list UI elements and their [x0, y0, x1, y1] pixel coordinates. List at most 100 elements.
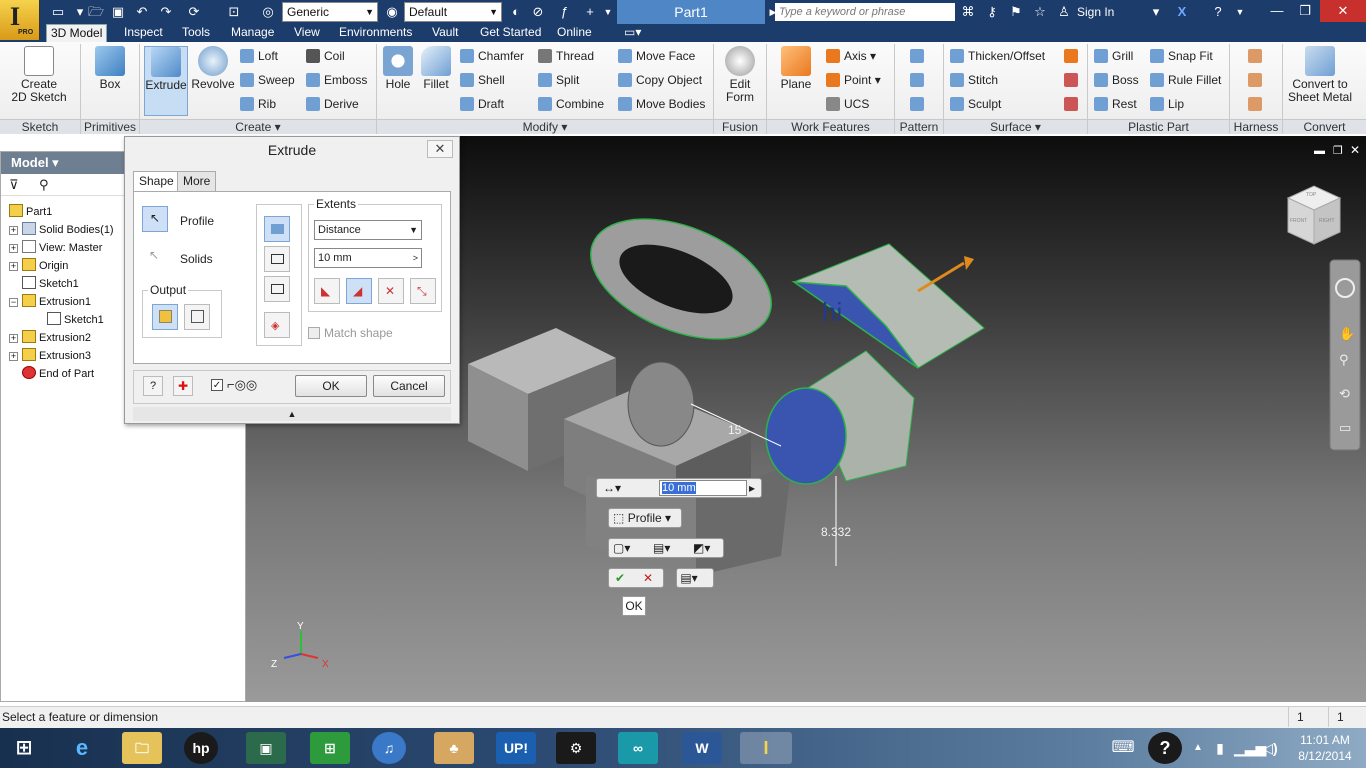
add-icon[interactable]: + [582, 4, 598, 20]
mirror-button[interactable] [910, 94, 928, 114]
itunes-icon[interactable]: ♫ [372, 732, 406, 764]
store-icon[interactable]: ⊞ [310, 732, 350, 764]
direction-asymmetric-button[interactable]: ⤡ [410, 278, 436, 304]
harness-tool-2-button[interactable] [1248, 70, 1266, 90]
add-feature-button[interactable]: ✚ [173, 376, 193, 396]
mini-profile-button[interactable]: ⬚ Profile ▾ [608, 508, 682, 528]
open-folder-icon[interactable]: 🗁 [88, 4, 104, 20]
power-icon[interactable]: ▮ [1210, 732, 1230, 764]
hp-icon[interactable]: hp [184, 732, 218, 764]
sculpt-button[interactable]: Sculpt [950, 94, 1001, 114]
user-icon[interactable]: ♙ [1056, 4, 1072, 20]
mini-expand-icon[interactable]: ▸ [749, 479, 755, 497]
internet-explorer-icon[interactable]: e [62, 732, 102, 764]
copy-object-button[interactable]: Copy Object [618, 70, 702, 90]
mini-ok-button[interactable]: OK [622, 596, 646, 616]
tree-item-extrusion2[interactable]: + Extrusion2 [9, 329, 91, 347]
tab-environments[interactable]: Environments [335, 24, 416, 42]
output-solid-button[interactable] [152, 304, 178, 330]
favorites-star-icon[interactable]: ☆ [1032, 4, 1048, 20]
steam-icon[interactable]: ⚙ [556, 732, 596, 764]
help-icon[interactable]: ? [1210, 4, 1226, 20]
up-app-icon[interactable]: UP! [496, 732, 536, 764]
dropdown-icon[interactable]: ▾ [1148, 4, 1164, 20]
windows-start-icon[interactable]: ⊞ [4, 732, 44, 764]
preview-checkbox[interactable]: ✓ [211, 379, 223, 391]
help-tray-icon[interactable]: ? [1148, 732, 1182, 764]
keyboard-icon[interactable]: ⌨ [1108, 732, 1138, 764]
select-mode-icon[interactable]: ⊡ [226, 4, 242, 20]
trim-button[interactable] [1064, 70, 1082, 90]
minimize-window-button[interactable]: — [1262, 0, 1292, 22]
revolve-button[interactable]: Revolve [190, 46, 236, 91]
tree-item-origin[interactable]: + Origin [9, 257, 68, 275]
panel-modify-label[interactable]: Modify ▾ [377, 119, 713, 134]
direction-1-button[interactable]: ◣ [314, 278, 340, 304]
tab-view[interactable]: View [290, 24, 324, 42]
hole-button[interactable]: Hole [380, 46, 416, 91]
ucs-button[interactable]: UCS [826, 94, 869, 114]
solids-select-button[interactable]: ↖ [142, 244, 168, 270]
tab-more[interactable]: More [177, 171, 217, 191]
save-icon[interactable]: ▣ [110, 4, 126, 20]
direction-2-button[interactable]: ◢ [346, 278, 372, 304]
boss-button[interactable]: Boss [1094, 70, 1139, 90]
stitch-button[interactable]: Stitch [950, 70, 998, 90]
volume-icon[interactable]: ◁) [1260, 732, 1280, 764]
sign-in-link[interactable]: Sign In [1077, 5, 1114, 19]
tree-item-extrusion3[interactable]: + Extrusion3 [9, 347, 91, 365]
sweep-button[interactable]: Sweep [240, 70, 295, 90]
combine-button[interactable]: Combine [538, 94, 604, 114]
harness-tool-3-button[interactable] [1248, 94, 1266, 114]
material-globe-icon[interactable]: ◎ [260, 4, 276, 20]
expand-icon[interactable]: + [9, 352, 18, 361]
patch-button[interactable] [1064, 46, 1082, 66]
arduino-icon[interactable]: ∞ [618, 732, 658, 764]
tree-item-end-of-part[interactable]: End of Part [22, 365, 94, 383]
filter-icon[interactable]: ⊽ [9, 177, 19, 193]
apply-check-icon[interactable]: ✔ [615, 569, 625, 587]
tree-item-solid-bodies[interactable]: + Solid Bodies(1) [9, 221, 114, 239]
expand-icon[interactable]: + [9, 226, 18, 235]
harness-tool-1-button[interactable] [1248, 46, 1266, 66]
word-icon[interactable]: W [682, 732, 722, 764]
operation-join-button[interactable] [264, 216, 290, 242]
operation-join-icon[interactable]: ▤▾ [653, 539, 670, 557]
circular-pattern-button[interactable] [910, 70, 928, 90]
restore-window-button[interactable]: ❐ [1290, 0, 1320, 22]
move-bodies-button[interactable]: Move Bodies [618, 94, 705, 114]
undo-icon[interactable]: ↶ [134, 4, 150, 20]
orbit-icon[interactable]: ⟲ [1339, 386, 1350, 401]
adjust-icon[interactable]: ◐ [508, 4, 524, 20]
viewport-restore-icon[interactable]: ❐ [1333, 145, 1343, 157]
cancel-button[interactable]: Cancel [373, 375, 445, 397]
tree-app-icon[interactable]: ♣ [434, 732, 474, 764]
snap-fit-button[interactable]: Snap Fit [1150, 46, 1213, 66]
profile-select-button[interactable]: ↖ [142, 206, 168, 232]
look-at-icon[interactable]: ▭ [1339, 420, 1351, 435]
tree-item-extrusion1[interactable]: − Extrusion1 [9, 293, 91, 311]
direction-symmetric-button[interactable]: ✕ [378, 278, 404, 304]
fillet-button[interactable]: Fillet [418, 46, 454, 91]
collapse-icon[interactable]: − [9, 298, 18, 307]
thread-button[interactable]: Thread [538, 46, 594, 66]
expand-icon[interactable]: + [9, 334, 18, 343]
viewport-minimize-icon[interactable]: ▬ [1314, 145, 1325, 157]
viewport-close-icon[interactable]: ✕ [1350, 143, 1360, 157]
binoculars-icon[interactable]: ⌘ [960, 4, 976, 20]
operation-intersect-button[interactable] [264, 276, 290, 302]
tab-manage[interactable]: Manage [227, 24, 278, 42]
shell-button[interactable]: Shell [460, 70, 505, 90]
tab-online[interactable]: Online [553, 24, 596, 42]
tab-tools[interactable]: Tools [178, 24, 214, 42]
output-surface-button[interactable] [184, 304, 210, 330]
close-window-button[interactable]: ✕ [1320, 0, 1366, 22]
customize-dropdown-icon[interactable]: ▼ [600, 4, 616, 20]
dialog-close-button[interactable]: ✕ [427, 140, 453, 158]
delete-face-button[interactable] [1064, 94, 1082, 114]
key-icon[interactable]: ⚷ [984, 4, 1000, 20]
camera-app-icon[interactable]: ▣ [246, 732, 286, 764]
arrow-head-icon[interactable] [964, 256, 974, 270]
tree-item-extrusion1-sketch1[interactable]: Sketch1 [47, 311, 104, 329]
clear-appearance-icon[interactable]: ⊘ [530, 4, 546, 20]
